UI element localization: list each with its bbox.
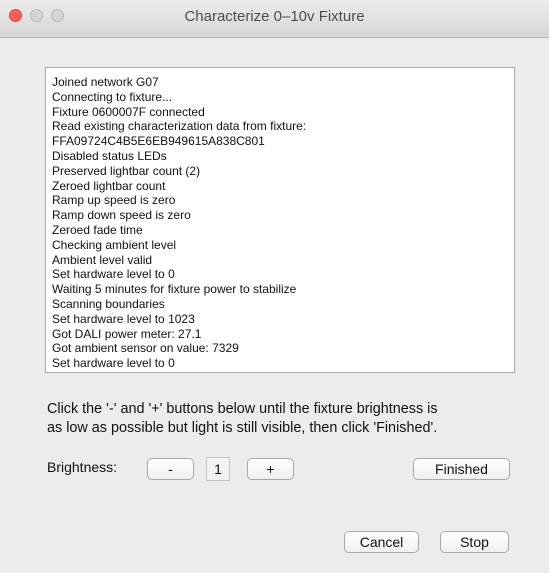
- log-line: Checking ambient level: [52, 237, 177, 252]
- log-line: Waiting 5 minutes for fixture power to s…: [52, 282, 297, 297]
- log-line: Preserved lightbar count (2): [52, 163, 201, 178]
- log-line: Zeroed fade time: [52, 222, 143, 237]
- finished-button[interactable]: Finished: [413, 458, 510, 480]
- log-line: Ramp up speed is zero: [52, 193, 176, 208]
- log-line: Ambient level valid: [52, 252, 153, 267]
- log-line: Zeroed lightbar count: [52, 178, 166, 193]
- brightness-value: 1: [206, 457, 230, 481]
- log-line: Set hardware level to 0: [52, 356, 175, 371]
- log-line: Read existing characterization data from…: [52, 119, 307, 134]
- window-title: Characterize 0–10v Fixture: [184, 8, 365, 25]
- log-line: Connecting to fixture...: [52, 89, 173, 104]
- instructions-line-2: as low as possible but light is still vi…: [47, 420, 438, 436]
- log-output[interactable]: Joined network G07 Connecting to fixture…: [45, 67, 515, 373]
- brightness-label: Brightness:: [47, 459, 118, 475]
- log-line: Fixture 0600007F connected: [52, 104, 205, 119]
- log-line: FFA09724C4B5E6EB949615A838C801: [52, 134, 265, 149]
- log-line: Got ambient sensor on value: 7329: [52, 341, 239, 356]
- instructions-line-1: Click the '-' and '+' buttons below unti…: [47, 401, 438, 417]
- log-line: Got DALI power meter: 27.1: [52, 326, 202, 341]
- cancel-button[interactable]: Cancel: [344, 531, 419, 553]
- instructions-text: Click the '-' and '+' buttons below unti…: [47, 400, 527, 438]
- log-line: Set hardware level to 0: [52, 267, 175, 282]
- stop-button[interactable]: Stop: [440, 531, 509, 553]
- log-line: Disabled status LEDs: [52, 148, 167, 163]
- title-bar[interactable]: Characterize 0–10v Fixture: [0, 0, 549, 38]
- log-line: Set hardware level to 1023: [52, 311, 195, 326]
- increase-brightness-button[interactable]: +: [247, 458, 294, 480]
- log-line: Joined network G07: [52, 75, 159, 89]
- decrease-brightness-button[interactable]: -: [147, 458, 194, 480]
- log-line: Scanning boundaries: [52, 296, 165, 311]
- log-line: Ramp down speed is zero: [52, 208, 191, 223]
- characterize-dialog: Characterize 0–10v Fixture Joined networ…: [0, 0, 549, 573]
